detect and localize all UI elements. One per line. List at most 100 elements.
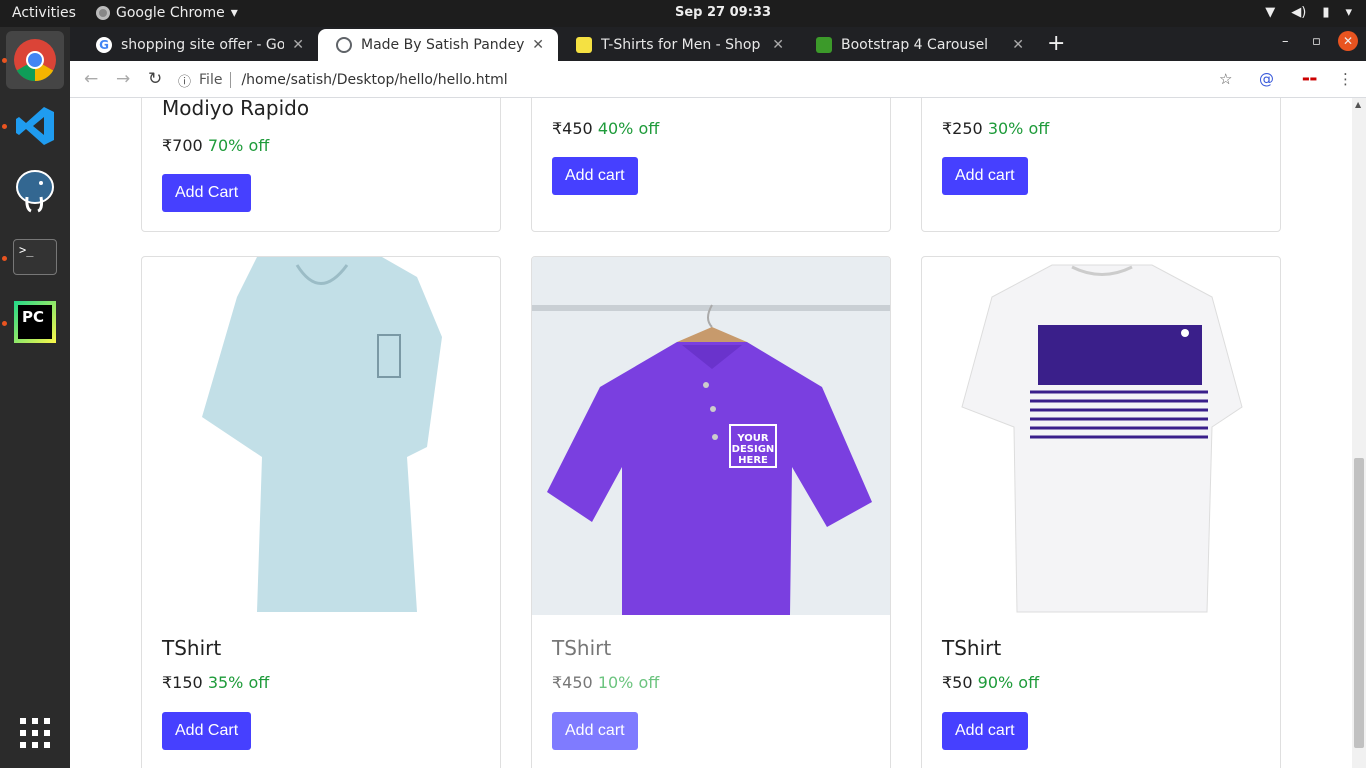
app-grid-icon — [20, 718, 50, 748]
w3schools-icon — [816, 37, 832, 53]
app-menu-label: Google Chrome — [116, 5, 225, 21]
tab-title: Made By Satish Pandey — [361, 37, 525, 53]
close-icon[interactable]: ✕ — [772, 37, 784, 53]
dock-chrome[interactable] — [6, 31, 64, 89]
chevron-down-icon: ▾ — [230, 5, 238, 21]
maximize-button[interactable]: ▫ — [1312, 34, 1321, 49]
discount-label: 10% off — [597, 673, 660, 692]
terminal-icon: >_ — [13, 239, 57, 275]
vscode-icon — [16, 107, 54, 145]
discount-label: 30% off — [987, 119, 1050, 138]
google-icon: G — [96, 37, 112, 53]
back-button[interactable]: ← — [84, 69, 98, 89]
bookmark-star-icon[interactable]: ☆ — [1219, 70, 1232, 88]
svg-text:YOUR: YOUR — [736, 433, 769, 444]
product-card: YOUR DESIGN HERE TShirt ₹450 10% off Add… — [531, 256, 891, 768]
discount-label: 90% off — [977, 673, 1040, 692]
tab-title: T-Shirts for Men - Shop fo — [601, 37, 765, 53]
pycharm-icon: PC — [14, 301, 56, 343]
window-close-button[interactable]: ✕ — [1338, 31, 1358, 51]
discount-label: 40% off — [597, 119, 660, 138]
clock[interactable]: Sep 27 09:33 — [675, 5, 771, 20]
price-value: ₹250 — [942, 119, 983, 138]
dock: >_ PC — [0, 27, 70, 768]
extension-icon[interactable]: @ — [1259, 70, 1274, 88]
product-title: TShirt — [162, 636, 222, 660]
chevron-down-icon: ▾ — [1345, 5, 1352, 20]
dock-pgadmin[interactable] — [6, 161, 64, 219]
product-card: TShirt ₹50 90% off Add cart — [921, 256, 1281, 768]
info-icon: ⓘ — [178, 74, 192, 90]
product-price: ₹450 40% off — [552, 119, 659, 138]
forward-button[interactable]: → — [116, 69, 130, 89]
minimize-button[interactable]: – — [1282, 34, 1289, 49]
add-cart-button[interactable]: Add cart — [942, 712, 1028, 750]
tab-shopping-offer[interactable]: G shopping site offer - Goog ✕ — [78, 29, 318, 61]
add-cart-button[interactable]: Add cart — [942, 157, 1028, 195]
postgresql-elephant-icon — [16, 170, 54, 213]
svg-text:DESIGN: DESIGN — [732, 444, 775, 455]
tab-title: shopping site offer - Goog — [121, 37, 285, 53]
activities-button[interactable]: Activities — [12, 5, 76, 21]
product-title: Modiyo Rapido — [162, 98, 310, 120]
svg-text:HERE: HERE — [738, 455, 768, 466]
tab-strip: G shopping site offer - Goog ✕ Made By S… — [70, 27, 1366, 61]
browser-toolbar: ← → ↻ ⓘ File /home/satish/Desktop/hello/… — [70, 61, 1366, 98]
close-icon[interactable]: ✕ — [292, 37, 304, 53]
product-title: TShirt — [552, 636, 612, 660]
product-price: ₹150 35% off — [162, 673, 269, 692]
add-cart-button[interactable]: Add cart — [552, 712, 638, 750]
tab-bootstrap-carousel[interactable]: Bootstrap 4 Carousel ✕ — [798, 29, 1038, 61]
add-cart-button[interactable]: Add Cart — [162, 712, 252, 750]
product-card: Modiyo Rapido ₹700 70% off Add Cart — [141, 98, 501, 232]
page-scrollbar[interactable]: ▲ — [1352, 98, 1366, 768]
menu-kebab-icon[interactable]: ⋮ — [1338, 70, 1353, 88]
light-blue-tshirt-image — [202, 257, 442, 612]
dock-vscode[interactable] — [6, 97, 64, 155]
scroll-up-arrow-icon[interactable]: ▲ — [1355, 100, 1361, 109]
chrome-small-icon — [96, 6, 110, 20]
tab-made-by-satish[interactable]: Made By Satish Pandey ✕ — [318, 29, 558, 61]
system-top-bar: Activities Google Chrome ▾ Sep 27 09:33 … — [0, 0, 1366, 27]
price-value: ₹700 — [162, 136, 203, 155]
dock-pycharm[interactable]: PC — [6, 293, 64, 351]
app-menu[interactable]: Google Chrome ▾ — [96, 5, 238, 21]
volume-icon: ◀) — [1291, 5, 1307, 20]
address-bar[interactable]: ⓘ File /home/satish/Desktop/hello/hello.… — [178, 66, 1258, 94]
product-price: ₹250 30% off — [942, 119, 1049, 138]
wifi-icon: ▼ — [1265, 5, 1276, 20]
close-icon[interactable]: ✕ — [532, 37, 544, 53]
product-price: ₹700 70% off — [162, 136, 269, 155]
white-striped-tshirt-image — [961, 264, 1243, 613]
reload-button[interactable]: ↻ — [148, 69, 162, 89]
product-card: ₹250 30% off Add cart — [921, 98, 1281, 232]
discount-label: 35% off — [207, 673, 270, 692]
globe-icon — [336, 37, 352, 53]
discount-label: 70% off — [207, 136, 270, 155]
product-price: ₹450 10% off — [552, 673, 659, 692]
price-value: ₹450 — [552, 119, 593, 138]
add-cart-button[interactable]: Add cart — [552, 157, 638, 195]
chrome-icon — [14, 39, 56, 82]
battery-icon: ▮ — [1322, 5, 1330, 20]
product-title: TShirt — [942, 636, 1002, 660]
tab-title: Bootstrap 4 Carousel — [841, 37, 989, 53]
close-icon[interactable]: ✕ — [1012, 37, 1024, 53]
add-cart-button[interactable]: Add Cart — [162, 174, 252, 212]
tab-tshirts-for-men[interactable]: T-Shirts for Men - Shop fo ✕ — [558, 29, 798, 61]
extension-badge-icon[interactable]: ▬▬ — [1302, 74, 1317, 83]
status-area[interactable]: ▼ ◀) ▮ ▾ — [1265, 5, 1352, 20]
price-value: ₹450 — [552, 673, 593, 692]
product-card: ₹450 40% off Add cart — [531, 98, 891, 232]
dock-terminal[interactable]: >_ — [6, 228, 64, 286]
scroll-thumb[interactable] — [1354, 458, 1364, 748]
url-text: /home/satish/Desktop/hello/hello.html — [241, 72, 508, 88]
file-scheme-label: File — [199, 72, 232, 88]
purple-polo-tshirt-image: YOUR DESIGN HERE — [532, 257, 890, 615]
price-value: ₹50 — [942, 673, 973, 692]
show-applications-button[interactable] — [6, 704, 64, 762]
price-value: ₹150 — [162, 673, 203, 692]
product-price: ₹50 90% off — [942, 673, 1039, 692]
new-tab-button[interactable]: + — [1047, 31, 1065, 56]
flipkart-icon — [576, 37, 592, 53]
